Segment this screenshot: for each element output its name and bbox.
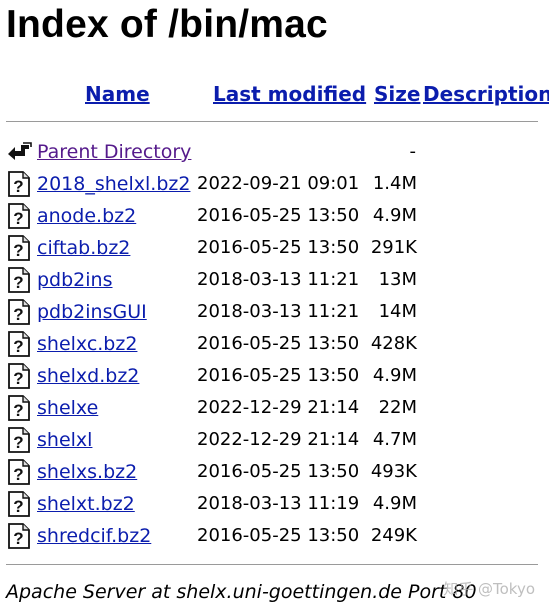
file-modified-date: 2016-05-25 13:50	[197, 365, 360, 386]
file-link[interactable]: shredcif.bz2	[37, 523, 151, 549]
file-size: 4.9M	[372, 205, 417, 226]
svg-text:?: ?	[13, 241, 23, 260]
unknown-file-icon: ?	[7, 491, 31, 517]
file-modified-date: 2022-12-29 21:14	[197, 397, 360, 418]
file-link[interactable]: shelxc.bz2	[37, 331, 137, 357]
file-row: ? shelxe 2022-12-29 21:14 22M	[0, 393, 549, 423]
unknown-file-icon: ?	[7, 203, 31, 229]
file-row: ? 2018_shelxl.bz2 2022-09-21 09:01 1.4M	[0, 169, 549, 199]
sort-by-size-link[interactable]: Size	[374, 82, 420, 106]
file-link[interactable]: pdb2ins	[37, 267, 113, 293]
unknown-file-icon: ?	[7, 331, 31, 357]
file-size: 4.7M	[372, 429, 417, 450]
sort-by-last-modified-link[interactable]: Last modified	[213, 82, 366, 106]
unknown-file-icon: ?	[7, 235, 31, 261]
file-modified-date: 2016-05-25 13:50	[197, 333, 360, 354]
file-link[interactable]: shelxe	[37, 395, 98, 421]
file-row: ? shredcif.bz2 2016-05-25 13:50 249K	[0, 521, 549, 551]
parent-directory-link[interactable]: Parent Directory	[37, 139, 191, 165]
svg-text:?: ?	[13, 369, 23, 388]
file-link[interactable]: pdb2insGUI	[37, 299, 147, 325]
file-link[interactable]: ciftab.bz2	[37, 235, 130, 261]
svg-text:?: ?	[13, 401, 23, 420]
svg-text:?: ?	[13, 273, 23, 292]
unknown-file-icon: ?	[7, 427, 31, 453]
column-header-description[interactable]: Description	[423, 80, 549, 108]
file-row: ? shelxd.bz2 2016-05-25 13:50 4.9M	[0, 361, 549, 391]
footer-divider	[6, 564, 538, 565]
unknown-file-icon: ?	[7, 459, 31, 485]
file-row: ? pdb2ins 2018-03-13 11:21 13M	[0, 265, 549, 295]
file-link[interactable]: shelxl	[37, 427, 92, 453]
parent-directory-row: Parent Directory -	[0, 137, 549, 167]
file-link[interactable]: shelxt.bz2	[37, 491, 135, 517]
unknown-file-icon: ?	[7, 363, 31, 389]
file-row: ? shelxt.bz2 2018-03-13 11:19 4.9M	[0, 489, 549, 519]
file-modified-date: 2018-03-13 11:21	[197, 301, 360, 322]
svg-text:?: ?	[13, 497, 23, 516]
unknown-file-icon: ?	[7, 299, 31, 325]
file-modified-date: 2022-12-29 21:14	[197, 429, 360, 450]
file-size: 493K	[370, 461, 417, 482]
file-modified-date: 2018-03-13 11:21	[197, 269, 360, 290]
svg-text:?: ?	[13, 433, 23, 452]
file-row: ? anode.bz2 2016-05-25 13:50 4.9M	[0, 201, 549, 231]
sort-by-name-link[interactable]: Name	[85, 82, 150, 106]
file-modified-date: 2022-09-21 09:01	[197, 173, 360, 194]
file-link[interactable]: anode.bz2	[37, 203, 136, 229]
watermark: 知乎 @Tokyo	[443, 580, 535, 598]
file-link[interactable]: shelxs.bz2	[37, 459, 137, 485]
file-size: 22M	[378, 397, 417, 418]
parent-directory-size: -	[409, 141, 417, 162]
file-link[interactable]: shelxd.bz2	[37, 363, 139, 389]
file-size: 14M	[378, 301, 417, 322]
svg-text:?: ?	[13, 209, 23, 228]
svg-text:?: ?	[13, 177, 23, 196]
file-size: 4.9M	[372, 365, 417, 386]
file-link[interactable]: 2018_shelxl.bz2	[37, 171, 190, 197]
file-modified-date: 2016-05-25 13:50	[197, 205, 360, 226]
column-header-name[interactable]: Name	[85, 80, 150, 108]
file-size: 291K	[370, 237, 417, 258]
svg-text:?: ?	[13, 529, 23, 548]
page-title: Index of /bin/mac	[6, 3, 328, 46]
back-arrow-icon	[7, 139, 32, 165]
unknown-file-icon: ?	[7, 523, 31, 549]
file-modified-date: 2016-05-25 13:50	[197, 525, 360, 546]
svg-text:?: ?	[13, 305, 23, 324]
file-size: 428K	[370, 333, 417, 354]
file-size: 13M	[378, 269, 417, 290]
server-signature: Apache Server at shelx.uni-goettingen.de…	[6, 581, 477, 603]
file-row: ? shelxs.bz2 2016-05-25 13:50 493K	[0, 457, 549, 487]
file-row: ? shelxc.bz2 2016-05-25 13:50 428K	[0, 329, 549, 359]
header-divider	[6, 121, 538, 122]
file-size: 4.9M	[372, 493, 417, 514]
svg-text:?: ?	[13, 465, 23, 484]
file-row: ? pdb2insGUI 2018-03-13 11:21 14M	[0, 297, 549, 327]
unknown-file-icon: ?	[7, 171, 31, 197]
file-modified-date: 2018-03-13 11:19	[197, 493, 360, 514]
sort-by-description-link[interactable]: Description	[423, 82, 549, 106]
file-modified-date: 2016-05-25 13:50	[197, 237, 360, 258]
column-header-last-modified[interactable]: Last modified	[213, 80, 366, 108]
file-size: 1.4M	[372, 173, 417, 194]
unknown-file-icon: ?	[7, 395, 31, 421]
column-header-size[interactable]: Size	[374, 80, 420, 108]
file-row: ? ciftab.bz2 2016-05-25 13:50 291K	[0, 233, 549, 263]
file-modified-date: 2016-05-25 13:50	[197, 461, 360, 482]
unknown-file-icon: ?	[7, 267, 31, 293]
file-row: ? shelxl 2022-12-29 21:14 4.7M	[0, 425, 549, 455]
svg-text:?: ?	[13, 337, 23, 356]
file-size: 249K	[370, 525, 417, 546]
